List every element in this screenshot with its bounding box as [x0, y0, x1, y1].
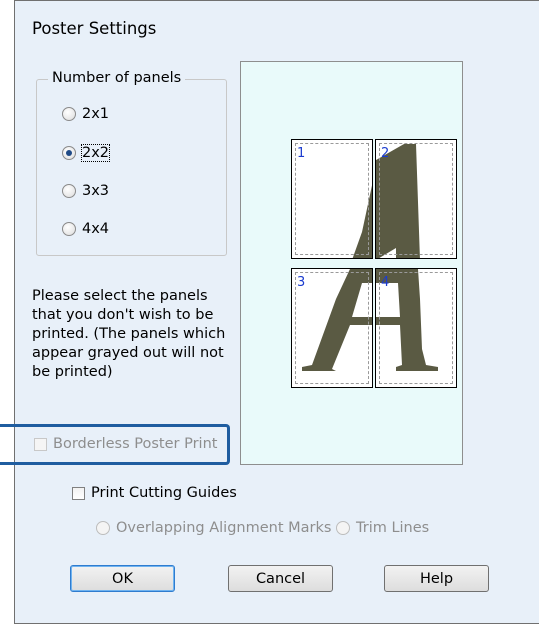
radio-label-3x3: 3x3: [82, 183, 110, 199]
radio-button-2x1[interactable]: [62, 107, 76, 121]
poster-preview: 1 2 3 4: [240, 61, 463, 465]
borderless-poster-print-label: Borderless Poster Print: [53, 436, 218, 452]
trim-lines-label: Trim Lines: [356, 520, 430, 536]
ok-button[interactable]: OK: [70, 565, 175, 592]
panel-1-margin-guide: [295, 143, 369, 255]
panel-selection-instructions: Please select the panels that you don't …: [32, 288, 226, 380]
borderless-poster-print-checkbox[interactable]: [34, 437, 47, 451]
print-cutting-guides-option[interactable]: Print Cutting Guides: [72, 485, 237, 501]
preview-panel-4[interactable]: 4: [375, 268, 457, 388]
radio-button-3x3[interactable]: [62, 184, 76, 198]
overlapping-alignment-marks-radio[interactable]: [96, 521, 110, 535]
preview-panel-2[interactable]: 2: [375, 139, 457, 259]
trim-lines-option[interactable]: Trim Lines: [336, 520, 429, 536]
dialog-title: Poster Settings: [32, 19, 157, 38]
borderless-poster-print-option[interactable]: Borderless Poster Print: [34, 436, 217, 452]
panel-4-margin-guide: [379, 272, 453, 384]
radio-option-3x3[interactable]: 3x3: [62, 183, 109, 199]
cancel-button[interactable]: Cancel: [228, 565, 333, 592]
panel-3-margin-guide: [295, 272, 369, 384]
help-button[interactable]: Help: [384, 565, 489, 592]
print-cutting-guides-checkbox[interactable]: [72, 486, 85, 500]
overlapping-alignment-marks-option[interactable]: Overlapping Alignment Marks: [96, 520, 331, 536]
panel-2-number: 2: [381, 146, 390, 161]
radio-label-2x2: 2x2: [80, 144, 111, 162]
preview-panel-3[interactable]: 3: [291, 268, 373, 388]
overlapping-alignment-marks-label: Overlapping Alignment Marks: [116, 520, 332, 536]
panel-3-number: 3: [297, 275, 306, 290]
panel-4-number: 4: [381, 275, 390, 290]
radio-option-2x2[interactable]: 2x2: [62, 144, 111, 162]
trim-lines-radio[interactable]: [336, 521, 350, 535]
number-of-panels-legend: Number of panels: [48, 70, 186, 86]
radio-option-2x1[interactable]: 2x1: [62, 106, 109, 122]
radio-label-4x4: 4x4: [82, 221, 110, 237]
preview-panel-1[interactable]: 1: [291, 139, 373, 259]
radio-button-2x2[interactable]: [62, 146, 76, 160]
panel-1-number: 1: [297, 146, 306, 161]
radio-button-4x4[interactable]: [62, 222, 76, 236]
panel-2-margin-guide: [379, 143, 453, 255]
radio-label-2x1: 2x1: [82, 106, 110, 122]
print-cutting-guides-label: Print Cutting Guides: [91, 485, 237, 501]
radio-option-4x4[interactable]: 4x4: [62, 221, 109, 237]
